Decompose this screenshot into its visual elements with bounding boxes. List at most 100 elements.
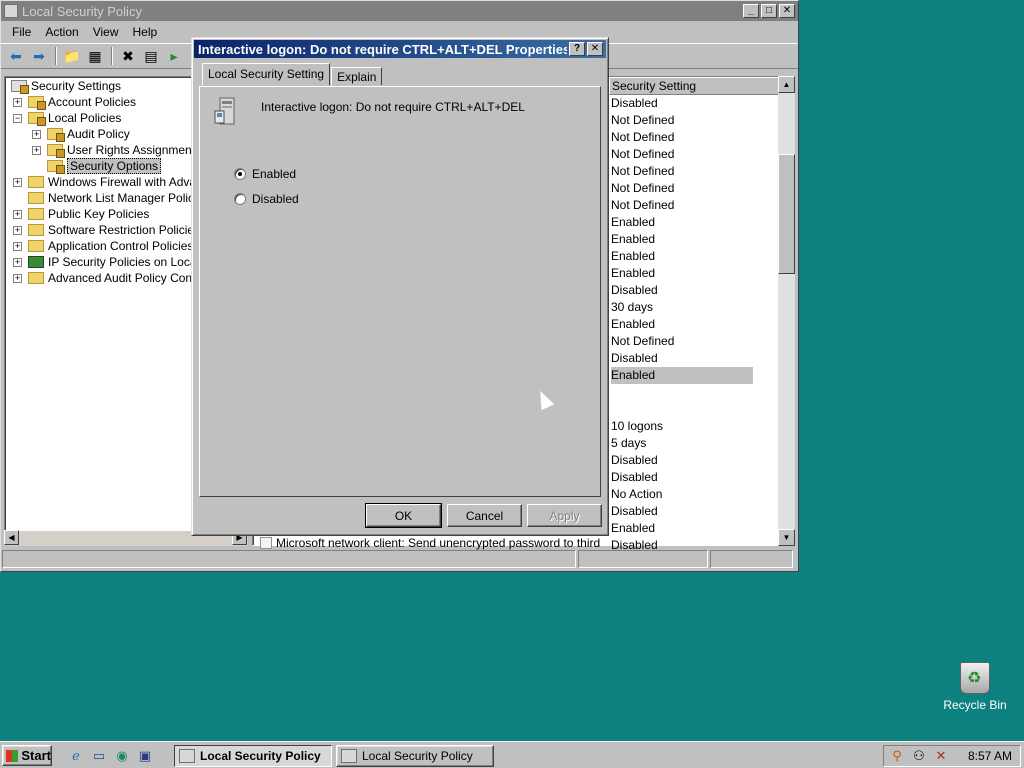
scroll-down-icon[interactable]: ▼ xyxy=(778,529,795,546)
tree-item-network-list-manager[interactable]: Network List Manager Policies xyxy=(28,190,209,206)
list-cell-security-setting[interactable]: Enabled xyxy=(611,214,753,231)
list-cell-security-setting[interactable]: 30 days xyxy=(611,299,753,316)
list-cell-security-setting[interactable]: Not Defined xyxy=(611,333,753,350)
expand-icon[interactable]: + xyxy=(13,97,22,107)
properties-icon[interactable]: ▤ xyxy=(140,46,162,66)
close-button[interactable]: ✕ xyxy=(779,4,795,18)
task-local-security-policy-2[interactable]: Local Security Policy xyxy=(336,745,494,767)
list-cell-security-setting[interactable]: Enabled xyxy=(611,367,753,384)
list-cell-security-setting[interactable]: Enabled xyxy=(611,520,753,537)
internet-explorer-icon[interactable]: ℯ xyxy=(68,748,84,764)
expand-icon[interactable]: + xyxy=(13,177,22,187)
list-cell-security-setting[interactable]: Not Defined xyxy=(611,197,753,214)
list-cell-security-setting[interactable] xyxy=(611,384,753,401)
server-manager-icon[interactable]: ▣ xyxy=(137,748,153,764)
disabled-radio-option[interactable]: Disabled xyxy=(234,192,299,206)
main-titlebar[interactable]: Local Security Policy _ □ ✕ xyxy=(1,1,798,21)
list-cell-security-setting[interactable]: Disabled xyxy=(611,282,753,299)
tree-item-advanced-audit[interactable]: + Advanced Audit Policy Config xyxy=(13,270,205,286)
tree-item-local-policies[interactable]: − Local Policies xyxy=(13,110,121,126)
back-icon[interactable]: ⬅ xyxy=(5,46,27,66)
volume-muted-icon[interactable]: ✕ xyxy=(932,748,950,764)
list-cell-security-setting[interactable]: Disabled xyxy=(611,452,753,469)
tree-item-windows-firewall[interactable]: + Windows Firewall with Advance xyxy=(13,174,215,190)
expand-icon[interactable]: + xyxy=(32,129,41,139)
tree-item-user-rights-assignment[interactable]: + User Rights Assignment xyxy=(32,142,195,158)
list-cell-security-setting[interactable]: Enabled xyxy=(611,248,753,265)
tree-item-application-control[interactable]: + Application Control Policies xyxy=(13,238,193,254)
tree-item-public-key-policies[interactable]: + Public Key Policies xyxy=(13,206,149,222)
forward-icon[interactable]: ➡ xyxy=(28,46,50,66)
list-cell-security-setting[interactable]: Enabled xyxy=(611,231,753,248)
folder-icon xyxy=(28,224,44,236)
list-cell-security-setting[interactable]: 10 logons xyxy=(611,418,753,435)
list-cell-security-setting[interactable]: Not Defined xyxy=(611,180,753,197)
clock[interactable]: 8:57 AM xyxy=(968,749,1012,763)
tree-item-software-restriction[interactable]: + Software Restriction Policies xyxy=(13,222,200,238)
show-hide-tree-icon[interactable]: ▦ xyxy=(84,46,106,66)
start-button[interactable]: Start xyxy=(2,745,52,766)
tab-local-security-setting[interactable]: Local Security Setting xyxy=(202,63,331,85)
app-icon xyxy=(4,4,18,18)
search-icon[interactable]: ⚲ xyxy=(888,748,906,764)
list-cell-security-setting[interactable]: Disabled xyxy=(611,95,753,112)
collapse-icon[interactable]: − xyxy=(13,113,22,123)
list-cell-security-setting[interactable]: Enabled xyxy=(611,265,753,282)
main-window-title: Local Security Policy xyxy=(22,3,142,19)
tree-item-security-options[interactable]: Security Options xyxy=(47,158,162,174)
list-cell-security-setting[interactable]: Not Defined xyxy=(611,129,753,146)
expand-icon[interactable]: + xyxy=(13,257,22,267)
disabled-radio[interactable] xyxy=(234,193,246,205)
tree-item-audit-policy[interactable]: + Audit Policy xyxy=(32,126,130,142)
list-row-partial[interactable]: Microsoft network client: Send unencrypt… xyxy=(260,536,600,550)
list-cell-security-setting[interactable] xyxy=(611,401,753,418)
tree-item-account-policies[interactable]: + Account Policies xyxy=(13,94,136,110)
enabled-radio-option[interactable]: Enabled xyxy=(234,167,296,181)
expand-icon[interactable]: + xyxy=(13,241,22,251)
list-cell-security-setting[interactable]: Not Defined xyxy=(611,146,753,163)
list-cell-security-setting[interactable]: Not Defined xyxy=(611,163,753,180)
dialog-titlebar[interactable]: Interactive logon: Do not require CTRL+A… xyxy=(194,40,606,58)
recycle-bin[interactable]: Recycle Bin xyxy=(940,662,1010,712)
expand-icon[interactable]: + xyxy=(13,209,22,219)
minimize-button[interactable]: _ xyxy=(743,4,759,18)
column-header-security-setting[interactable]: Security Setting xyxy=(609,77,779,95)
show-desktop-icon[interactable]: ▭ xyxy=(91,748,107,764)
list-cell-security-setting[interactable]: Disabled xyxy=(611,350,753,367)
scroll-up-icon[interactable]: ▲ xyxy=(778,76,795,93)
up-icon[interactable]: 📁 xyxy=(61,46,83,66)
network-icon[interactable]: ⚇ xyxy=(910,748,928,764)
expand-icon[interactable]: + xyxy=(13,225,22,235)
tree-item-ip-security[interactable]: + IP Security Policies on Local C xyxy=(13,254,211,270)
list-cell-security-setting[interactable]: Disabled xyxy=(611,469,753,486)
media-player-icon[interactable]: ◉ xyxy=(114,748,130,764)
scroll-left-icon[interactable]: ◀ xyxy=(4,530,19,545)
list-vertical-scrollbar[interactable]: ▲ ▼ xyxy=(778,76,795,546)
menu-view[interactable]: View xyxy=(86,23,126,41)
list-cell-security-setting[interactable]: 5 days xyxy=(611,435,753,452)
properties-dialog[interactable]: Interactive logon: Do not require CTRL+A… xyxy=(191,37,609,536)
menu-help[interactable]: Help xyxy=(126,23,165,41)
ok-button[interactable]: OK xyxy=(365,503,442,528)
expand-icon[interactable]: + xyxy=(13,273,22,283)
list-cell-security-setting[interactable]: Not Defined xyxy=(611,112,753,129)
list-cell-security-setting[interactable]: No Action xyxy=(611,486,753,503)
cancel-button[interactable]: Cancel xyxy=(447,504,522,527)
menu-action[interactable]: Action xyxy=(38,23,85,41)
scroll-thumb[interactable] xyxy=(778,154,795,274)
list-cell-security-setting[interactable]: Disabled xyxy=(611,503,753,520)
maximize-button[interactable]: □ xyxy=(761,4,777,18)
enabled-label: Enabled xyxy=(252,167,297,181)
menu-file[interactable]: File xyxy=(5,23,38,41)
tab-explain[interactable]: Explain xyxy=(331,67,383,85)
enabled-radio[interactable] xyxy=(234,168,246,180)
task-local-security-policy-1[interactable]: Local Security Policy xyxy=(174,745,332,767)
dialog-close-button[interactable]: ✕ xyxy=(587,42,603,56)
list-cell-security-setting[interactable]: Enabled xyxy=(611,316,753,333)
export-icon[interactable]: ▸ xyxy=(163,46,185,66)
apply-button[interactable]: Apply xyxy=(527,504,602,527)
expand-icon[interactable]: + xyxy=(32,145,41,155)
help-button[interactable]: ? xyxy=(569,42,585,56)
tree-item-security-settings[interactable]: Security Settings xyxy=(11,78,121,94)
delete-icon[interactable]: ✖ xyxy=(117,46,139,66)
